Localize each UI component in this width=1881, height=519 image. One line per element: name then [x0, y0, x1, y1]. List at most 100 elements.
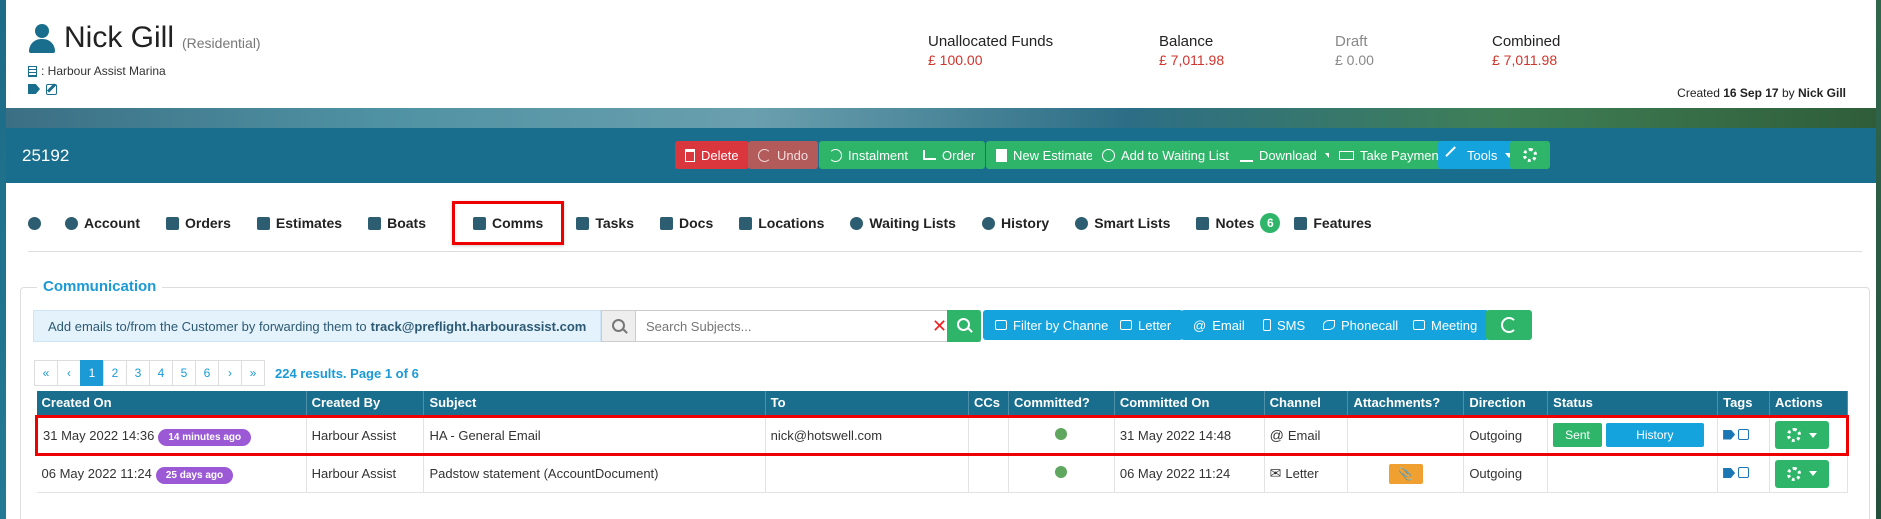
page-prev[interactable]: ‹ — [57, 360, 81, 386]
new-estimate-button[interactable]: New Estimate — [986, 141, 1104, 169]
edit-icon[interactable] — [1738, 467, 1750, 478]
page-5[interactable]: 5 — [172, 360, 196, 386]
gear-icon — [1787, 428, 1801, 442]
tab-features[interactable]: Features — [1294, 205, 1372, 241]
dashboard-icon — [28, 216, 41, 230]
tab-waiting-lists[interactable]: Waiting Lists — [850, 205, 956, 241]
delete-button[interactable]: Delete — [675, 141, 749, 169]
edit-icon[interactable] — [46, 84, 57, 95]
tag-icon[interactable] — [1723, 429, 1736, 440]
tab-history[interactable]: History — [981, 205, 1049, 241]
note-icon — [1196, 216, 1210, 230]
status-sent-button[interactable]: Sent — [1553, 423, 1602, 447]
forward-email[interactable]: track@preflight.harbourassist.com — [371, 319, 587, 334]
tab-dashboard[interactable] — [28, 205, 41, 241]
chevron-down-icon — [1809, 432, 1817, 438]
notes-count-badge: 6 — [1260, 213, 1281, 233]
tab-notes[interactable]: Notes 6 — [1196, 205, 1281, 241]
check-circle-icon — [1055, 427, 1068, 440]
page-6[interactable]: 6 — [195, 360, 219, 386]
col-actions[interactable]: Actions — [1769, 391, 1848, 416]
results-info: 224 results. Page 1 of 6 — [275, 365, 419, 381]
refresh-button[interactable] — [1486, 310, 1532, 340]
col-to[interactable]: To — [765, 391, 970, 416]
estimate-icon — [996, 148, 1007, 162]
search-input[interactable] — [636, 318, 926, 334]
meeting-button[interactable]: Meeting — [1401, 310, 1490, 340]
envelope-icon: ✉ — [1269, 465, 1282, 481]
tab-orders[interactable]: Orders — [166, 205, 231, 241]
tab-smart-lists[interactable]: Smart Lists — [1075, 205, 1170, 241]
tab-boats[interactable]: Boats — [368, 205, 426, 241]
sms-button[interactable]: SMS — [1251, 310, 1318, 340]
cart-icon — [166, 216, 179, 230]
filter-icon — [995, 320, 1007, 330]
check-circle-icon — [1055, 466, 1068, 478]
download-button[interactable]: Download — [1230, 141, 1343, 169]
settings-button[interactable] — [1510, 141, 1550, 169]
page-1[interactable]: 1 — [80, 360, 104, 386]
undo-button[interactable]: Undo — [748, 141, 819, 169]
col-status[interactable]: Status — [1547, 391, 1719, 416]
letter-button[interactable]: Letter — [1108, 310, 1184, 340]
row-actions-button[interactable] — [1775, 459, 1829, 488]
gear-icon — [1523, 148, 1537, 162]
tab-tasks[interactable]: Tasks — [576, 205, 634, 241]
at-icon: @ — [1269, 427, 1284, 443]
money-icon — [1339, 150, 1354, 160]
take-payment-button[interactable]: Take Payment — [1329, 141, 1453, 169]
col-channel[interactable]: Channel — [1264, 391, 1349, 416]
history-button[interactable]: History — [1605, 423, 1704, 447]
tab-comms[interactable]: Comms — [451, 201, 565, 245]
paperclip-icon[interactable]: 📎 — [1388, 463, 1423, 484]
page-last[interactable]: » — [241, 360, 265, 386]
subject-search: ✕ — [601, 310, 981, 342]
tab-estimates[interactable]: Estimates — [256, 205, 342, 241]
col-committed[interactable]: Committed? — [1008, 391, 1115, 416]
page-3[interactable]: 3 — [126, 360, 150, 386]
account-title-bar: 25192 Delete Undo Instalment Order New E… — [6, 128, 1876, 183]
boat-icon — [368, 216, 382, 230]
combined: Combined £ 7,011.98 — [1492, 33, 1561, 68]
user-icon — [65, 216, 78, 230]
instalment-button[interactable]: Instalment — [819, 141, 918, 169]
col-created-by[interactable]: Created By — [306, 391, 425, 416]
tasks-icon — [576, 216, 590, 230]
col-direction[interactable]: Direction — [1463, 391, 1549, 416]
account-tabs: Account Orders Estimates Boats Comms Tas… — [28, 201, 1398, 245]
customer-name-row: Nick Gill (Residential) — [28, 22, 261, 54]
bed-icon — [739, 216, 753, 230]
col-committed-on[interactable]: Committed On — [1114, 391, 1265, 416]
page-2[interactable]: 2 — [103, 360, 127, 386]
table-row[interactable]: 06 May 2022 11:24 25 days ago Harbour Ass… — [36, 454, 1848, 493]
email-button[interactable]: @ Email — [1181, 310, 1257, 340]
tag-icon[interactable] — [28, 84, 40, 94]
tag-icon[interactable] — [1723, 468, 1736, 478]
pagination: « ‹ 1 2 3 4 5 6 › » 224 results. Page 1 … — [34, 360, 419, 386]
tab-account[interactable]: Account — [65, 205, 140, 241]
header-photo-strip — [6, 108, 1876, 128]
page-4[interactable]: 4 — [149, 360, 173, 386]
col-attachments[interactable]: Attachments? — [1347, 391, 1465, 416]
table-row[interactable]: 31 May 2022 14:36 14 minutes ago Harbour … — [35, 414, 1849, 456]
tab-locations[interactable]: Locations — [739, 205, 824, 241]
col-tags[interactable]: Tags — [1717, 391, 1770, 416]
col-created-on[interactable]: Created On — [36, 391, 307, 416]
phone-handset-icon — [1323, 320, 1335, 330]
tab-docs[interactable]: Docs — [660, 205, 713, 241]
customer-card: Nick Gill (Residential) : Harbour Assist… — [6, 0, 1876, 108]
page-first[interactable]: « — [34, 360, 58, 386]
tabs-divider — [28, 251, 1862, 252]
gear-icon — [1787, 466, 1801, 481]
communications-table: Created On Created By Subject To CCs Com… — [35, 391, 1849, 493]
row-actions-button[interactable] — [1775, 421, 1829, 449]
clear-search-icon[interactable]: ✕ — [932, 316, 947, 337]
comments-icon — [472, 216, 486, 230]
col-ccs[interactable]: CCs — [968, 391, 1009, 416]
phonecall-button[interactable]: Phonecall — [1311, 310, 1411, 340]
edit-icon[interactable] — [1738, 428, 1750, 440]
page-next[interactable]: › — [218, 360, 242, 386]
order-button[interactable]: Order — [913, 141, 986, 169]
search-button[interactable] — [947, 310, 981, 342]
col-subject[interactable]: Subject — [423, 391, 766, 416]
